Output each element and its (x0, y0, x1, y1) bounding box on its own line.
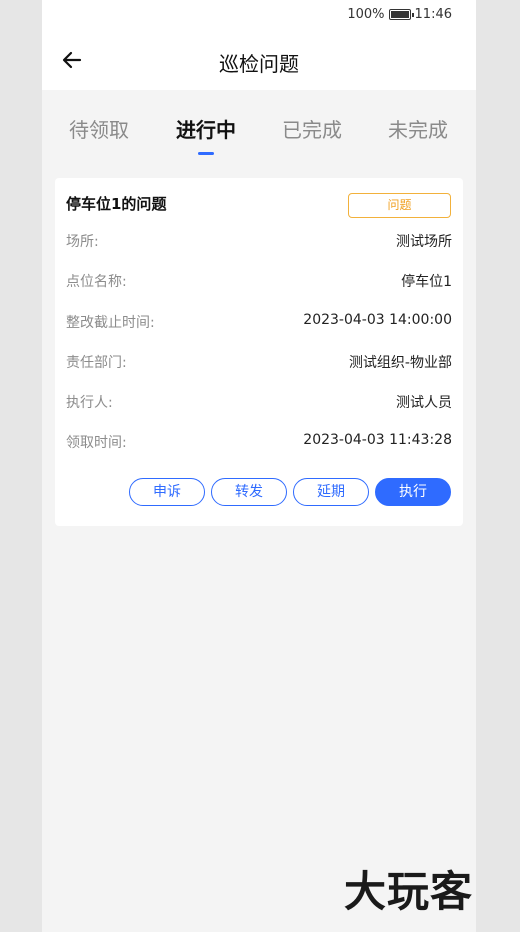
field-label: 执行人: (66, 395, 113, 411)
field-label: 整改截止时间: (66, 315, 155, 331)
field-value: 测试组织-物业部 (348, 355, 452, 371)
field-value: 测试人员 (396, 395, 452, 411)
tab-pending[interactable]: 待领取 (69, 114, 129, 143)
field-value: 2023-04-03 11:43:28 (303, 432, 452, 448)
extend-button[interactable]: 延期 (293, 478, 369, 506)
field-value: 测试场所 (396, 234, 452, 250)
status-time: 11:46 (414, 7, 452, 22)
forward-button[interactable]: 转发 (211, 478, 287, 506)
field-label: 点位名称: (66, 274, 127, 290)
issue-card[interactable]: 停车位1的问题 问题 场所: 测试场所 点位名称: 停车位1 整改截止时间: 2… (55, 178, 463, 526)
status-bar: 100% 11:46 (42, 0, 476, 32)
field-label: 领取时间: (66, 435, 127, 451)
field-label: 责任部门: (66, 355, 127, 371)
page-title: 巡检问题 (219, 52, 299, 76)
tab-incomplete[interactable]: 未完成 (388, 114, 448, 143)
phone-screen: 100% 11:46 巡检问题 待领取 进行中 已完成 未完成 停车位1的问题 … (42, 0, 476, 932)
nav-bar: 巡检问题 (42, 32, 476, 90)
field-label: 场所: (66, 234, 99, 250)
execute-button[interactable]: 执行 (375, 478, 451, 506)
tab-completed[interactable]: 已完成 (282, 114, 342, 143)
watermark-logo: 大玩客 (344, 867, 474, 916)
active-tab-indicator (198, 152, 214, 155)
battery-percent: 100% (347, 7, 385, 22)
tab-in-progress[interactable]: 进行中 (176, 114, 236, 143)
issue-type-tag: 问题 (348, 193, 451, 218)
card-title: 停车位1的问题 (66, 195, 167, 213)
field-value: 2023-04-03 14:00:00 (303, 312, 452, 328)
status-tabs: 待领取 进行中 已完成 未完成 (42, 90, 476, 162)
appeal-button[interactable]: 申诉 (129, 478, 205, 506)
field-value: 停车位1 (401, 274, 452, 290)
battery-icon (388, 9, 414, 20)
